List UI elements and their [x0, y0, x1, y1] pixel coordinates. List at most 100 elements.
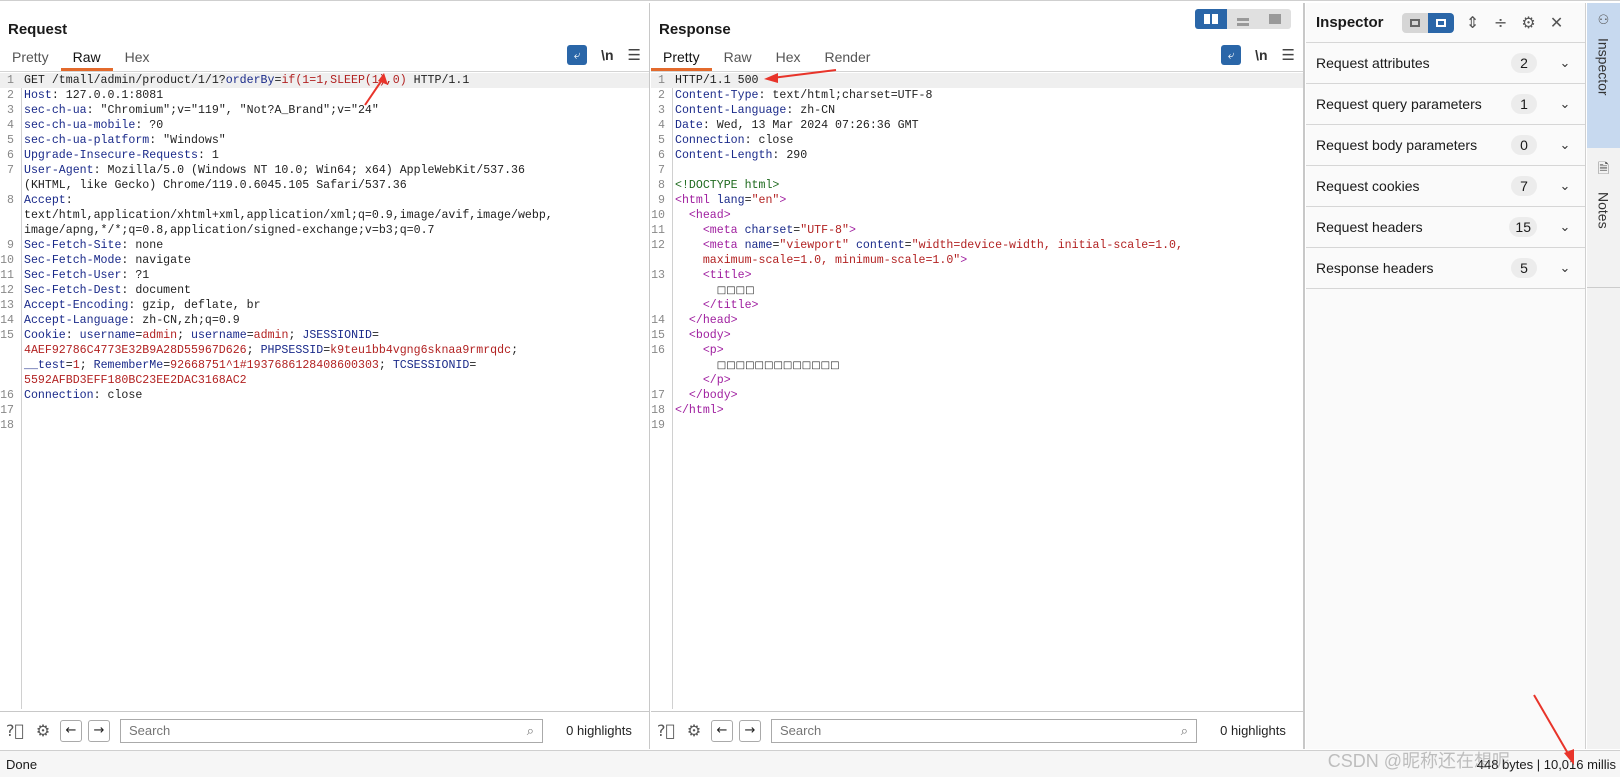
code-line: 6 Upgrade-Insecure-Requests: 1 [0, 148, 649, 163]
line-content: Host: 127.0.0.1:8081 [18, 88, 649, 103]
show-newlines-button[interactable]: \n [601, 47, 613, 63]
hamburger-menu-icon[interactable]: ☰ [628, 46, 641, 64]
line-content: Content-Length: 290 [669, 148, 1303, 163]
gear-icon[interactable]: ⚙ [32, 720, 54, 742]
line-content: <p> □□□□□□□□□□□□□ </p> [669, 343, 1303, 388]
inspector-layout-right-button[interactable] [1427, 12, 1454, 33]
next-match-button[interactable]: → [739, 719, 761, 742]
show-newlines-button[interactable]: \n [1255, 47, 1267, 63]
line-content: Accept-Language: zh-CN,zh;q=0.9 [18, 313, 649, 328]
code-token: <p> [702, 344, 724, 357]
line-content: Upgrade-Insecure-Requests: 1 [18, 148, 649, 163]
line-number: 17 [0, 404, 14, 417]
response-search-input[interactable] [780, 723, 1181, 738]
response-tab-raw[interactable]: Raw [712, 47, 764, 71]
chevron-down-icon[interactable]: ⌄ [1555, 55, 1575, 71]
code-line: 14 </head> [651, 313, 1303, 328]
code-token: __test [24, 359, 66, 372]
request-tab-hex[interactable]: Hex [113, 47, 162, 71]
gear-icon[interactable]: ⚙ [683, 720, 705, 742]
request-tab-raw[interactable]: Raw [60, 47, 113, 71]
code-token: </html> [675, 404, 724, 417]
line-number: 7 [7, 164, 14, 177]
previous-match-button[interactable]: ← [60, 719, 82, 742]
layout-side-by-side-button[interactable] [1195, 9, 1227, 29]
code-token: : none [121, 239, 164, 252]
word-wrap-icon[interactable]: ⤶ [1221, 45, 1242, 65]
response-tab-pretty[interactable]: Pretty [651, 47, 712, 71]
layout-tabs-button[interactable] [1259, 9, 1291, 29]
code-line: 5 Connection: close [651, 133, 1303, 148]
sidebar-tab-inspector[interactable]: ⚇ Inspector [1587, 3, 1620, 148]
line-number: 12 [0, 284, 14, 297]
code-token: <meta [702, 239, 745, 252]
code-token: > [960, 254, 968, 267]
code-token: = [744, 194, 752, 207]
line-content: <meta name="viewport" content="width=dev… [669, 238, 1303, 268]
code-token: sec-ch-ua-platform [24, 134, 150, 147]
line-content: <meta charset="UTF-8"> [669, 223, 1303, 238]
inspector-section[interactable]: Request body parameters 0 ⌄ [1306, 125, 1585, 166]
line-content: </body> [669, 388, 1303, 403]
response-pane: Response Pretty Raw Hex Render ⤶ \n ☰ 1H… [651, 3, 1305, 749]
line-number: 10 [651, 209, 665, 222]
gear-icon[interactable]: ⚙ [1520, 13, 1538, 32]
word-wrap-icon[interactable]: ⤶ [567, 45, 588, 65]
inspector-section[interactable]: Request cookies 7 ⌄ [1306, 166, 1585, 207]
next-match-button[interactable]: → [88, 719, 110, 742]
request-tab-pretty[interactable]: Pretty [0, 47, 61, 71]
code-token: username [79, 329, 136, 342]
count-badge: 7 [1511, 176, 1537, 196]
inspector-section[interactable]: Request query parameters 1 ⌄ [1306, 84, 1585, 125]
code-token: ; [378, 359, 393, 372]
line-number: 18 [651, 404, 665, 417]
inspector-header: Inspector ⇕ ÷ ⚙ ✕ [1306, 3, 1585, 43]
inspector-section[interactable]: Request attributes 2 ⌄ [1306, 43, 1585, 84]
response-tab-hex[interactable]: Hex [764, 47, 813, 71]
chevron-down-icon[interactable]: ⌄ [1555, 260, 1575, 276]
request-editor[interactable]: 1 GET /tmall/admin/product/1/1?orderBy=if… [0, 73, 649, 709]
sidebar-tab-notes[interactable]: 🗎 Notes [1587, 148, 1620, 288]
code-token: User-Agent [24, 164, 94, 177]
line-number: 17 [651, 389, 665, 402]
close-icon[interactable]: ✕ [1548, 13, 1566, 32]
chevron-down-icon[interactable]: ⌄ [1555, 178, 1575, 194]
code-token: GET /tmall/admin/product/1/1? [24, 74, 226, 87]
chevron-down-icon[interactable]: ⌄ [1555, 96, 1575, 112]
inspector-section[interactable]: Request headers 15 ⌄ [1306, 207, 1585, 248]
previous-match-button[interactable]: ← [711, 719, 733, 742]
help-icon[interactable]: ?⃝ [655, 720, 677, 742]
layout-toggles [1195, 9, 1291, 29]
chevron-down-icon[interactable]: ⌄ [1555, 219, 1575, 235]
code-token: = [469, 359, 477, 372]
response-tab-render[interactable]: Render [813, 47, 883, 71]
line-content: Sec-Fetch-User: ?1 [18, 268, 649, 283]
layout-stacked-button[interactable] [1227, 9, 1259, 29]
line-content: <html lang="en"> [669, 193, 1303, 208]
response-search-field[interactable]: ⌕ [771, 718, 1197, 743]
request-title: Request [8, 21, 68, 38]
code-line: 2 Content-Type: text/html;charset=UTF-8 [651, 88, 1303, 103]
code-token: : document [121, 284, 191, 297]
code-token: Upgrade-Insecure-Requests [24, 149, 198, 162]
status-text: Done [6, 756, 38, 772]
response-editor[interactable]: 1 HTTP/1.1 500 2 Content-Type: text/html;ch… [651, 73, 1303, 709]
code-token: Date [675, 119, 703, 132]
collapse-all-icon[interactable]: ÷ [1492, 13, 1510, 32]
help-icon[interactable]: ?⃝ [4, 720, 26, 742]
request-search-field[interactable]: ⌕ [120, 718, 543, 743]
chevron-down-icon[interactable]: ⌄ [1555, 137, 1575, 153]
hamburger-menu-icon[interactable]: ☰ [1282, 46, 1295, 64]
inspector-layout-left-button[interactable] [1401, 12, 1428, 33]
code-token: ; [177, 329, 192, 342]
inspector-section[interactable]: Response headers 5 ⌄ [1306, 248, 1585, 289]
line-number: 6 [658, 149, 665, 162]
code-token: 5592AFBD3EFF180BC23EE2DAC3168AC2 [24, 374, 247, 387]
response-tabs: Pretty Raw Hex Render [651, 47, 882, 71]
expand-all-icon[interactable]: ⇕ [1464, 13, 1482, 32]
code-token: : 1 [197, 149, 219, 162]
request-search-input[interactable] [129, 723, 527, 738]
